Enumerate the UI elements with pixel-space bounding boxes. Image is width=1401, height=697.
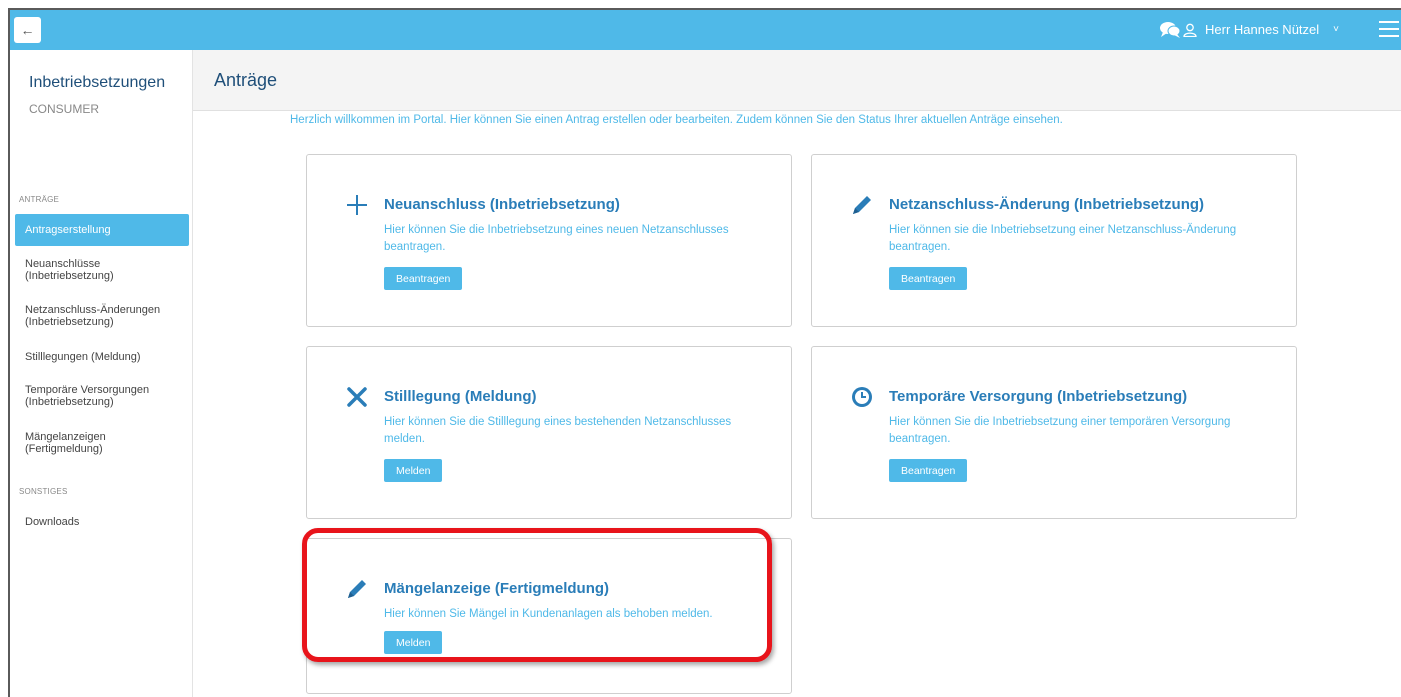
arrow-left-icon: ← bbox=[20, 22, 35, 38]
card-temporaere-versorgung: Temporäre Versorgung (Inbetriebsetzung) … bbox=[811, 346, 1297, 519]
card-title: Temporäre Versorgung (Inbetriebsetzung) bbox=[889, 388, 1188, 405]
page-title: Anträge bbox=[214, 70, 278, 90]
hamburger-icon[interactable] bbox=[1379, 21, 1399, 37]
sidebar-item-maengelanzeigen[interactable]: Mängelanzeigen (Fertigmeldung) bbox=[15, 431, 130, 455]
beantragen-button[interactable]: Beantragen bbox=[384, 267, 463, 290]
card-title: Netzanschluss-Änderung (Inbetriebsetzung… bbox=[889, 196, 1205, 213]
sidebar-item-downloads[interactable]: Downloads bbox=[15, 516, 189, 528]
chevron-down-icon: ˅ bbox=[1333, 24, 1339, 35]
user-icon bbox=[1183, 23, 1197, 37]
beantragen-button[interactable]: Beantragen bbox=[889, 459, 968, 482]
sidebar: Inbetriebsetzungen CONSUMER ANTRÄGE Antr… bbox=[10, 50, 193, 697]
card-neuanschluss: Neuanschluss (Inbetriebsetzung) Hier kön… bbox=[306, 154, 792, 327]
user-name: Herr Hannes Nützel bbox=[1205, 22, 1320, 37]
sidebar-item-stilllegungen[interactable]: Stilllegungen (Meldung) bbox=[15, 351, 189, 363]
highlight-frame bbox=[302, 528, 772, 662]
x-icon bbox=[347, 387, 367, 407]
melden-button[interactable]: Melden bbox=[384, 459, 443, 482]
welcome-text: Herzlich willkommen im Portal. Hier könn… bbox=[290, 114, 1063, 126]
card-title: Neuanschluss (Inbetriebsetzung) bbox=[384, 196, 620, 213]
sidebar-title: Inbetriebsetzungen bbox=[29, 74, 166, 91]
sidebar-item-neuanschluesse[interactable]: Neuanschlüsse (Inbetriebsetzung) bbox=[15, 258, 155, 282]
user-menu[interactable]: Herr Hannes Nützel ˅ bbox=[1183, 22, 1339, 37]
back-button[interactable]: ← bbox=[14, 17, 41, 43]
card-description: Hier können Sie die Stilllegung eines be… bbox=[384, 416, 732, 445]
sidebar-item-antragserstellung[interactable]: Antragserstellung bbox=[15, 214, 189, 246]
sidebar-item-temporaere-versorgungen[interactable]: Temporäre Versorgungen (Inbetriebsetzung… bbox=[15, 384, 170, 408]
sidebar-subtitle: CONSUMER bbox=[29, 102, 100, 116]
chat-bubbles-icon[interactable] bbox=[1159, 21, 1181, 39]
card-description: Hier können Sie die Inbetriebsetzung ein… bbox=[384, 224, 729, 253]
card-stilllegung: Stilllegung (Meldung) Hier können Sie di… bbox=[306, 346, 792, 519]
topbar: ← Herr Hannes Nützel ˅ bbox=[10, 10, 1401, 50]
sidebar-section-antraege: ANTRÄGE bbox=[19, 195, 60, 204]
card-netzanschluss-aenderung: Netzanschluss-Änderung (Inbetriebsetzung… bbox=[811, 154, 1297, 327]
card-description: Hier können sie die Inbetriebsetzung ein… bbox=[889, 224, 1237, 253]
beantragen-button[interactable]: Beantragen bbox=[889, 267, 968, 290]
card-description: Hier können Sie die Inbetriebsetzung ein… bbox=[889, 416, 1231, 445]
plus-icon bbox=[347, 195, 367, 215]
pencil-icon bbox=[853, 196, 871, 214]
clock-icon bbox=[852, 387, 872, 407]
card-title: Stilllegung (Meldung) bbox=[384, 388, 537, 405]
page-header: Anträge bbox=[193, 50, 1401, 111]
sidebar-section-sonstiges: SONSTIGES bbox=[19, 487, 68, 496]
sidebar-item-netzanschluss-aenderungen[interactable]: Netzanschluss-Änderungen (Inbetriebsetzu… bbox=[15, 304, 185, 328]
